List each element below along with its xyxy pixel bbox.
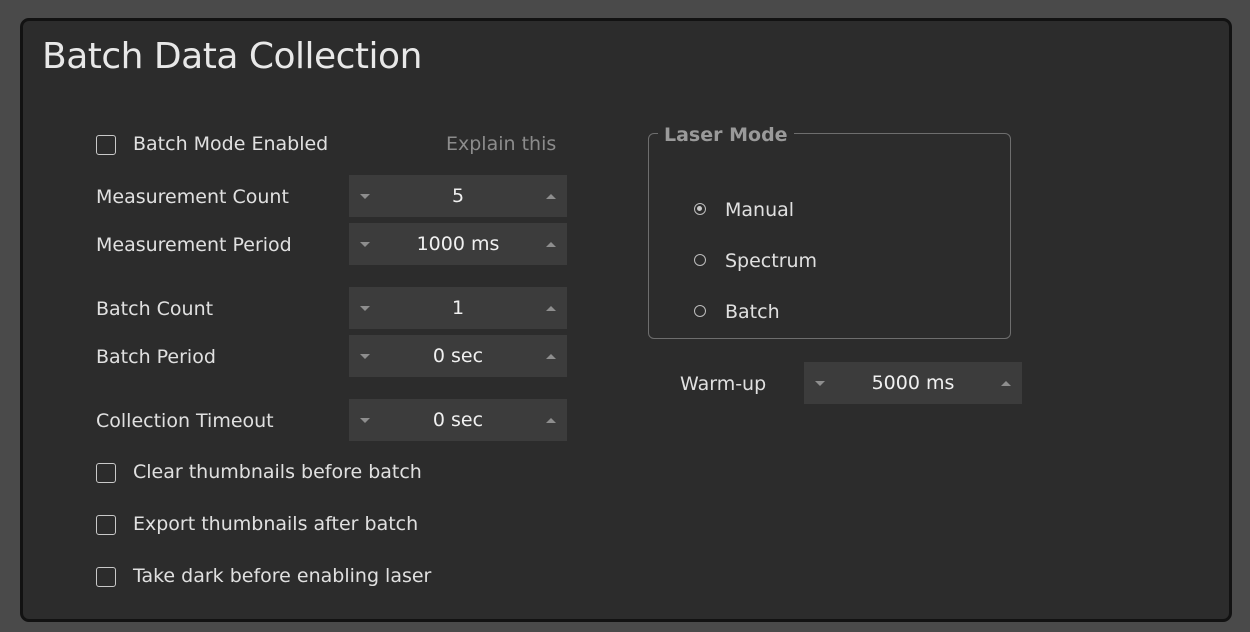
decrement-arrow-icon[interactable] bbox=[353, 237, 377, 251]
radio-spectrum[interactable] bbox=[694, 254, 706, 266]
increment-arrow-icon[interactable] bbox=[539, 237, 563, 251]
batch-period-label: Batch Period bbox=[96, 346, 216, 368]
explain-this-link[interactable]: Explain this bbox=[446, 132, 556, 156]
increment-arrow-icon[interactable] bbox=[994, 376, 1018, 390]
decrement-arrow-icon[interactable] bbox=[353, 189, 377, 203]
panel-title: Batch Data Collection bbox=[42, 36, 422, 77]
radio-batch[interactable] bbox=[694, 305, 706, 317]
warmup-label: Warm-up bbox=[680, 373, 767, 395]
radio-batch-label[interactable]: Batch bbox=[725, 300, 780, 324]
increment-arrow-icon[interactable] bbox=[539, 189, 563, 203]
warmup-spinbox[interactable]: 5000 ms bbox=[804, 362, 1022, 404]
measurement-period-spinbox[interactable]: 1000 ms bbox=[349, 223, 567, 265]
export-thumbnails-label[interactable]: Export thumbnails after batch bbox=[133, 512, 418, 536]
clear-thumbnails-label[interactable]: Clear thumbnails before batch bbox=[133, 460, 422, 484]
radio-spectrum-label[interactable]: Spectrum bbox=[725, 249, 817, 273]
decrement-arrow-icon[interactable] bbox=[353, 413, 377, 427]
warmup-value[interactable]: 5000 ms bbox=[840, 362, 986, 404]
batch-count-spinbox[interactable]: 1 bbox=[349, 287, 567, 329]
take-dark-label[interactable]: Take dark before enabling laser bbox=[133, 564, 431, 588]
laser-mode-legend: Laser Mode bbox=[658, 123, 794, 147]
measurement-count-label: Measurement Count bbox=[96, 186, 289, 208]
batch-count-label: Batch Count bbox=[96, 298, 214, 320]
batch-period-spinbox[interactable]: 0 sec bbox=[349, 335, 567, 377]
measurement-period-value[interactable]: 1000 ms bbox=[385, 223, 531, 265]
decrement-arrow-icon[interactable] bbox=[808, 376, 832, 390]
batch-count-value[interactable]: 1 bbox=[385, 287, 531, 329]
collection-timeout-label: Collection Timeout bbox=[96, 410, 274, 432]
increment-arrow-icon[interactable] bbox=[539, 301, 563, 315]
clear-thumbnails-checkbox[interactable] bbox=[96, 463, 116, 483]
increment-arrow-icon[interactable] bbox=[539, 349, 563, 363]
batch-mode-checkbox[interactable] bbox=[96, 135, 116, 155]
batch-mode-label[interactable]: Batch Mode Enabled bbox=[133, 132, 328, 156]
collection-timeout-value[interactable]: 0 sec bbox=[385, 399, 531, 441]
measurement-count-spinbox[interactable]: 5 bbox=[349, 175, 567, 217]
decrement-arrow-icon[interactable] bbox=[353, 301, 377, 315]
export-thumbnails-checkbox[interactable] bbox=[96, 515, 116, 535]
radio-manual-label[interactable]: Manual bbox=[725, 198, 794, 222]
measurement-count-value[interactable]: 5 bbox=[385, 175, 531, 217]
decrement-arrow-icon[interactable] bbox=[353, 349, 377, 363]
measurement-period-label: Measurement Period bbox=[96, 234, 292, 256]
increment-arrow-icon[interactable] bbox=[539, 413, 563, 427]
collection-timeout-spinbox[interactable]: 0 sec bbox=[349, 399, 567, 441]
take-dark-checkbox[interactable] bbox=[96, 567, 116, 587]
batch-period-value[interactable]: 0 sec bbox=[385, 335, 531, 377]
radio-manual[interactable] bbox=[694, 203, 706, 215]
